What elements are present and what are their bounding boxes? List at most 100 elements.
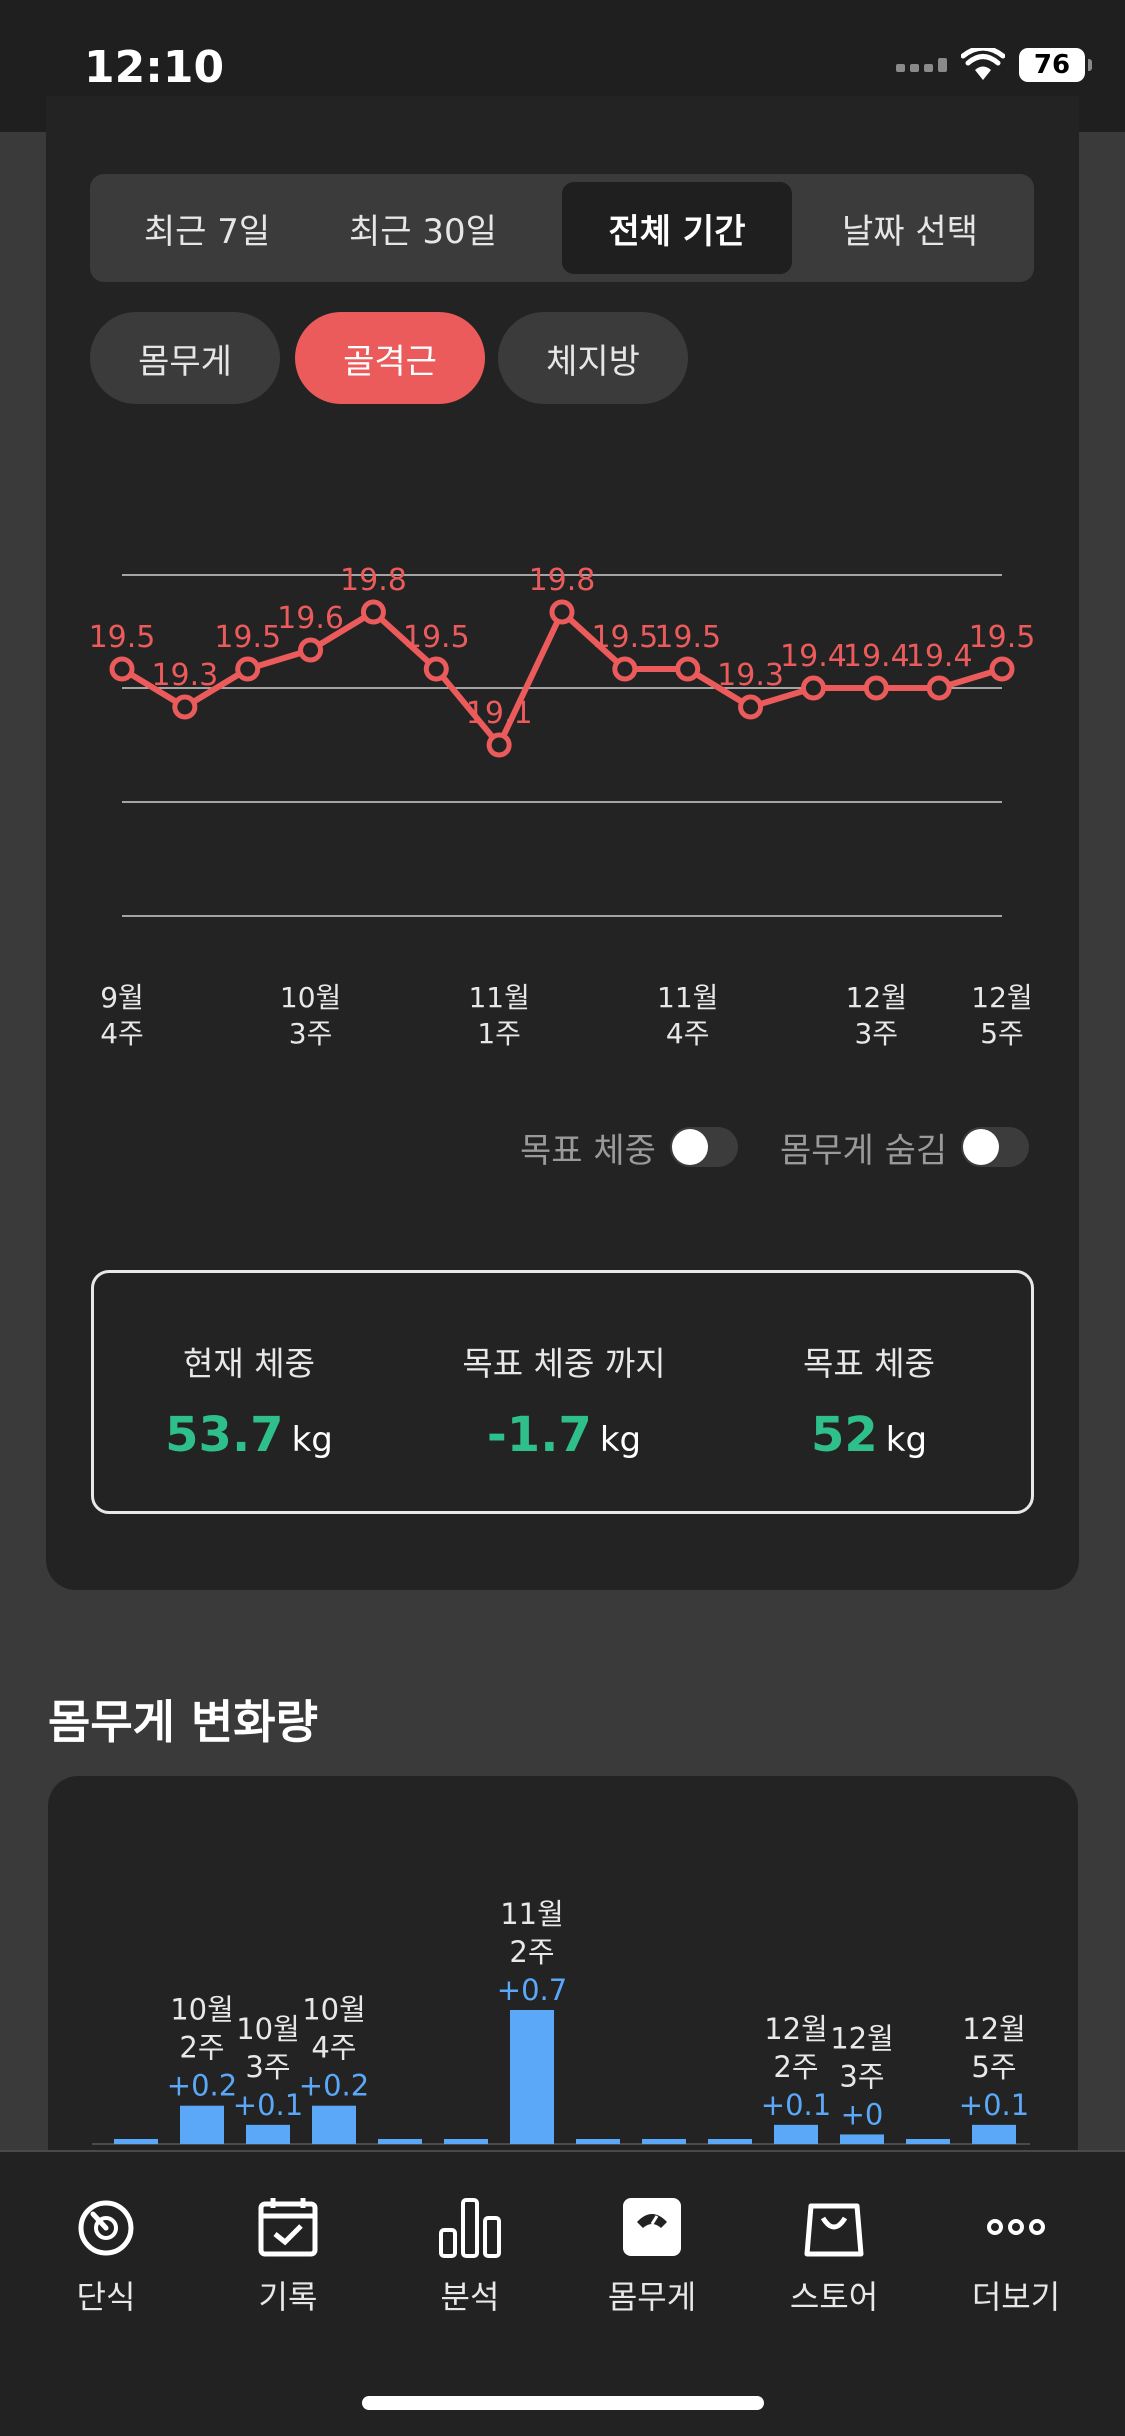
data-point-4	[360, 599, 386, 625]
data-label-4: 19.8	[340, 563, 407, 598]
bar-week-label-6: 5주	[971, 2050, 1016, 2084]
bar-month-label-2: 10월	[302, 1993, 366, 2027]
goal-weight-value: 52	[810, 1407, 878, 1463]
x-tick-sublabel-0: 4주	[100, 1017, 144, 1050]
bar-week-label-3: 2주	[509, 1935, 554, 1969]
scale-icon	[623, 2198, 681, 2256]
data-point-12	[863, 675, 889, 701]
tab-analysis[interactable]: 분석	[390, 2192, 550, 2318]
tab-store-label: 스토어	[789, 2278, 879, 2316]
chip-skeletal-muscle[interactable]: 골격근	[295, 312, 485, 404]
bar-delta-label-3: +0.7	[497, 1973, 567, 2007]
x-tick-label-5: 12월	[971, 981, 1032, 1014]
goal-weight: 목표 체중 52 kg	[719, 1337, 1019, 1463]
to-goal-weight-label: 목표 체중 까지	[462, 1344, 666, 1383]
data-point-0	[109, 656, 135, 682]
goal-weight-label: 목표 체중	[803, 1344, 935, 1383]
tab-more-label: 더보기	[971, 2278, 1061, 2316]
data-label-9: 19.5	[654, 620, 721, 655]
x-tick-sublabel-5: 5주	[980, 1017, 1024, 1050]
x-tick-label-0: 9월	[100, 981, 144, 1014]
bar-month-label-6: 12월	[962, 2012, 1026, 2046]
bar-chart-icon	[439, 2198, 501, 2258]
hide-weight-switch[interactable]	[961, 1127, 1030, 1167]
current-weight-value: 53.7	[165, 1407, 284, 1463]
current-weight-unit: kg	[291, 1420, 333, 1460]
period-selector: 최근 7일 최근 30일 전체 기간 날짜 선택	[90, 174, 1034, 282]
data-label-8: 19.5	[591, 620, 658, 655]
bar-delta-label-4: +0.1	[761, 2088, 831, 2122]
tab-recent-30-days[interactable]: 최근 30일	[308, 182, 538, 274]
bar-month-label-1: 10월	[236, 2012, 300, 2046]
data-label-7: 19.8	[529, 563, 596, 598]
data-point-2	[235, 656, 261, 682]
tab-recent-7-days[interactable]: 최근 7일	[92, 182, 322, 274]
tab-all-period[interactable]: 전체 기간	[562, 182, 792, 274]
bar-week-label-4: 2주	[773, 2050, 818, 2084]
tab-fasting[interactable]: 단식	[26, 2192, 186, 2318]
goal-weight-switch[interactable]	[669, 1127, 738, 1167]
tab-store[interactable]: 스토어	[754, 2192, 914, 2318]
switch-knob	[963, 1129, 1000, 1165]
bar-week-label-2: 4주	[311, 2031, 356, 2065]
x-tick-label-1: 10월	[280, 981, 341, 1014]
x-tick-sublabel-4: 3주	[854, 1017, 898, 1050]
current-weight-label: 현재 체중	[183, 1344, 315, 1383]
bar-delta-label-0: +0.2	[167, 2069, 237, 2103]
goal-weight-unit: kg	[885, 1420, 928, 1460]
x-tick-label-4: 12월	[846, 981, 907, 1014]
data-point-11	[800, 675, 826, 701]
data-label-10: 19.3	[717, 658, 784, 693]
battery-icon: 76	[1019, 48, 1092, 82]
data-label-3: 19.6	[277, 601, 344, 636]
data-label-6: 19.1	[466, 696, 533, 731]
tab-date-select[interactable]: 날짜 선택	[795, 182, 1025, 274]
bar-delta-label-5: +0	[841, 2097, 884, 2131]
bar-week-label-5: 3주	[839, 2059, 884, 2093]
hide-weight-toggle-label: 몸무게 숨김	[780, 1130, 948, 1171]
x-tick-sublabel-3: 4주	[666, 1017, 710, 1050]
bar-month-label-3: 11월	[500, 1897, 564, 1931]
tab-more[interactable]: 더보기	[936, 2192, 1096, 2318]
status-time: 12:10	[84, 42, 225, 93]
to-goal-weight: 목표 체중 까지 -1.7 kg	[414, 1337, 714, 1463]
x-tick-label-3: 11월	[657, 981, 718, 1014]
home-indicator	[362, 2396, 764, 2410]
cellular-signal-icon	[896, 58, 947, 72]
to-goal-weight-value: -1.7	[486, 1407, 592, 1463]
wifi-icon	[961, 48, 1005, 80]
bar-11	[840, 2134, 884, 2144]
chip-body-fat[interactable]: 체지방	[498, 312, 688, 404]
data-label-11: 19.4	[780, 639, 847, 674]
bar-12	[906, 2139, 950, 2144]
more-icon	[987, 2219, 1045, 2235]
weight-summary-box: 현재 체중 53.7 kg 목표 체중 까지 -1.7 kg 목표 체중 52 …	[91, 1270, 1034, 1514]
to-goal-weight-unit: kg	[599, 1420, 642, 1460]
bar-13	[972, 2124, 1016, 2144]
to-goal-weight-value-row: -1.7 kg	[414, 1407, 714, 1463]
bar-5	[444, 2139, 488, 2144]
data-point-13	[926, 675, 952, 701]
bar-month-label-5: 12월	[830, 2021, 894, 2055]
bar-3	[312, 2105, 356, 2144]
bar-week-label-1: 3주	[245, 2050, 290, 2084]
section-title-weight-change: 몸무게 변화량	[48, 1695, 318, 1749]
data-point-14	[989, 656, 1015, 682]
bar-1	[180, 2105, 224, 2144]
bar-6	[510, 2010, 554, 2144]
bar-4	[378, 2139, 422, 2144]
data-point-9	[675, 656, 701, 682]
chip-weight[interactable]: 몸무게	[90, 312, 280, 404]
shopping-bag-icon	[804, 2203, 864, 2257]
bar-delta-label-1: +0.1	[233, 2088, 303, 2122]
data-label-14: 19.5	[969, 620, 1036, 655]
bar-2	[246, 2124, 290, 2144]
tab-weight[interactable]: 몸무게	[572, 2192, 732, 2318]
x-tick-sublabel-2: 1주	[477, 1017, 521, 1050]
hide-weight-toggle-row: 몸무게 숨김	[780, 1120, 1030, 1174]
data-label-0: 19.5	[89, 620, 156, 655]
data-point-5	[423, 656, 449, 682]
tab-record[interactable]: 기록	[208, 2192, 368, 2318]
tab-record-label: 기록	[258, 2278, 318, 2316]
data-point-1	[172, 694, 198, 720]
